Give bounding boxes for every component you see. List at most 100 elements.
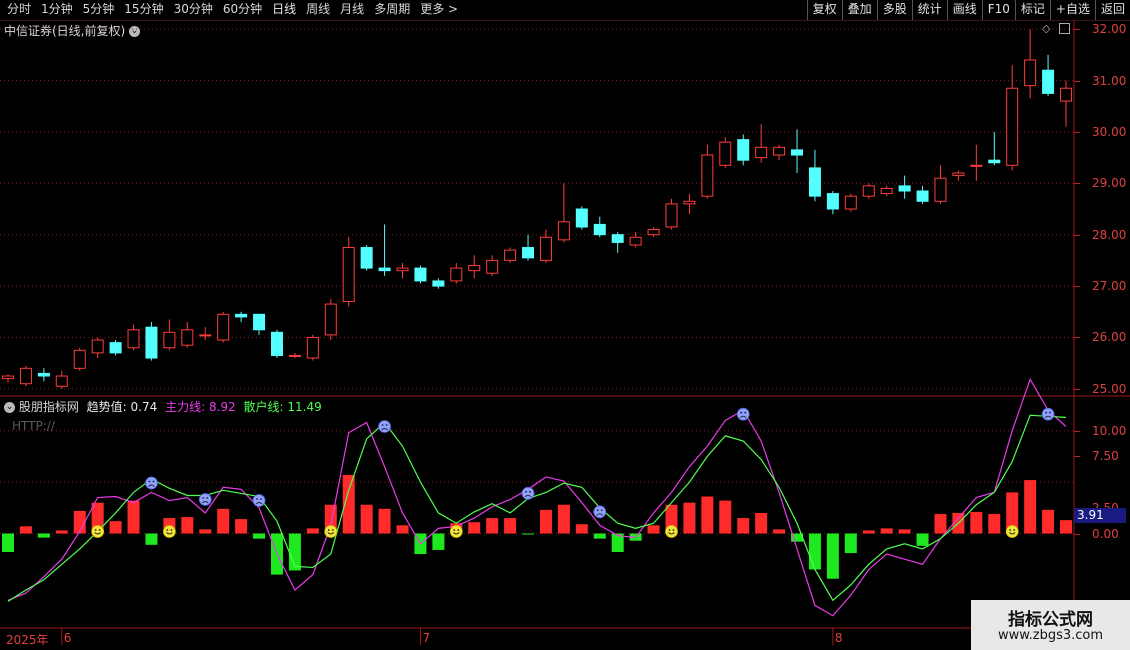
smiley-face-icon bbox=[1005, 525, 1019, 538]
candle-body bbox=[73, 349, 86, 369]
histogram-bar bbox=[522, 533, 535, 535]
histogram-bar bbox=[235, 519, 248, 534]
candle-body bbox=[522, 247, 535, 259]
histogram-bar bbox=[360, 504, 373, 534]
candle-body bbox=[288, 354, 301, 357]
candle-body bbox=[378, 267, 391, 272]
histogram-bar bbox=[826, 533, 839, 579]
candle-body bbox=[575, 208, 588, 228]
histogram-bar bbox=[127, 500, 140, 534]
candle-body bbox=[324, 303, 337, 336]
candle-body bbox=[862, 185, 875, 197]
candle-body bbox=[1006, 87, 1019, 166]
histogram-bar bbox=[1024, 480, 1037, 534]
date-axis-year: 2025年 bbox=[6, 633, 49, 647]
candle-body bbox=[898, 185, 911, 192]
smiley-face-icon bbox=[91, 525, 105, 538]
histogram-bar bbox=[181, 517, 194, 534]
candle-body bbox=[55, 375, 68, 387]
indicator-axis-label: 7.50 bbox=[1092, 449, 1119, 464]
histogram-bar bbox=[217, 508, 230, 534]
axis-tick bbox=[1074, 456, 1080, 458]
histogram-bar bbox=[253, 533, 266, 539]
candle-body bbox=[557, 221, 570, 241]
sad-face-icon bbox=[593, 505, 607, 519]
candle-body bbox=[396, 267, 409, 272]
histogram-bar bbox=[934, 513, 947, 534]
candle-body bbox=[988, 159, 1001, 164]
candle-body bbox=[737, 139, 750, 161]
candle-body bbox=[468, 265, 481, 272]
month-label: 7 bbox=[422, 631, 431, 645]
smiley-face-icon bbox=[162, 525, 176, 538]
sad-face-icon bbox=[252, 494, 266, 507]
candle-body bbox=[253, 313, 266, 331]
candle-body bbox=[127, 329, 140, 349]
candle-body bbox=[37, 372, 50, 377]
indicator-axis-label: 10.00 bbox=[1092, 423, 1127, 438]
month-label: 8 bbox=[834, 631, 843, 645]
candle-body bbox=[844, 195, 857, 210]
axis-tick bbox=[1074, 533, 1080, 535]
histogram-bar bbox=[19, 526, 32, 534]
candle-body bbox=[719, 141, 732, 166]
candle-body bbox=[91, 339, 104, 354]
histogram-bar bbox=[647, 525, 660, 534]
candle-body bbox=[199, 334, 212, 337]
histogram-bar bbox=[808, 533, 821, 570]
current-value-badge: 3.91 bbox=[1074, 508, 1126, 523]
candle-body bbox=[1042, 69, 1055, 94]
histogram-bar bbox=[862, 530, 875, 534]
indicator-axis-label: 0.00 bbox=[1092, 526, 1119, 541]
indicator-axis: 10.007.502.500.00 bbox=[1074, 0, 1130, 650]
candle-body bbox=[611, 234, 624, 243]
candle-body bbox=[432, 280, 445, 287]
brand-logo: 指标公式网 www.zbgs3.com bbox=[971, 600, 1130, 650]
candle-body bbox=[593, 223, 606, 236]
retail-line bbox=[7, 414, 1067, 602]
sad-face-icon bbox=[1041, 407, 1055, 421]
candle-body bbox=[970, 164, 983, 167]
candle-body bbox=[306, 336, 319, 359]
month-label: 6 bbox=[63, 631, 72, 645]
candle-body bbox=[360, 247, 373, 269]
candle-body bbox=[916, 190, 929, 202]
candle-body bbox=[342, 247, 355, 303]
candle-body bbox=[791, 149, 804, 156]
candle-body bbox=[1024, 59, 1037, 87]
candle-body bbox=[235, 313, 248, 318]
candle-body bbox=[1060, 87, 1072, 102]
candle-body bbox=[539, 236, 552, 261]
candle-body bbox=[109, 342, 122, 354]
candle-body bbox=[145, 326, 158, 359]
candle-body bbox=[880, 187, 893, 195]
histogram-bar bbox=[145, 533, 158, 545]
candle-body bbox=[773, 146, 786, 156]
candle-body bbox=[629, 236, 642, 246]
histogram-bar bbox=[1042, 509, 1055, 534]
histogram-bar bbox=[486, 518, 499, 534]
candle-body bbox=[934, 177, 947, 202]
sad-face-icon bbox=[521, 486, 535, 500]
candle-body bbox=[665, 203, 678, 228]
chart-canvas bbox=[0, 20, 1130, 645]
histogram-bar bbox=[109, 521, 122, 534]
histogram-bar bbox=[593, 533, 606, 539]
histogram-bar bbox=[719, 500, 732, 534]
histogram-bar bbox=[844, 533, 857, 554]
histogram-bar bbox=[539, 509, 552, 534]
candle-body bbox=[952, 172, 965, 177]
histogram-bar bbox=[916, 533, 929, 546]
histogram-bar bbox=[683, 502, 696, 534]
sad-face-icon bbox=[198, 493, 212, 506]
candle-body bbox=[647, 229, 660, 236]
histogram-bar bbox=[988, 513, 1001, 534]
histogram-bar bbox=[701, 496, 714, 534]
histogram-bar bbox=[378, 508, 391, 534]
sad-face-icon bbox=[378, 420, 391, 433]
brand-url: www.zbgs3.com bbox=[997, 628, 1104, 643]
candle-body bbox=[163, 331, 176, 349]
axis-tick bbox=[1074, 430, 1080, 432]
candle-body bbox=[19, 367, 32, 385]
candle-body bbox=[217, 313, 230, 341]
